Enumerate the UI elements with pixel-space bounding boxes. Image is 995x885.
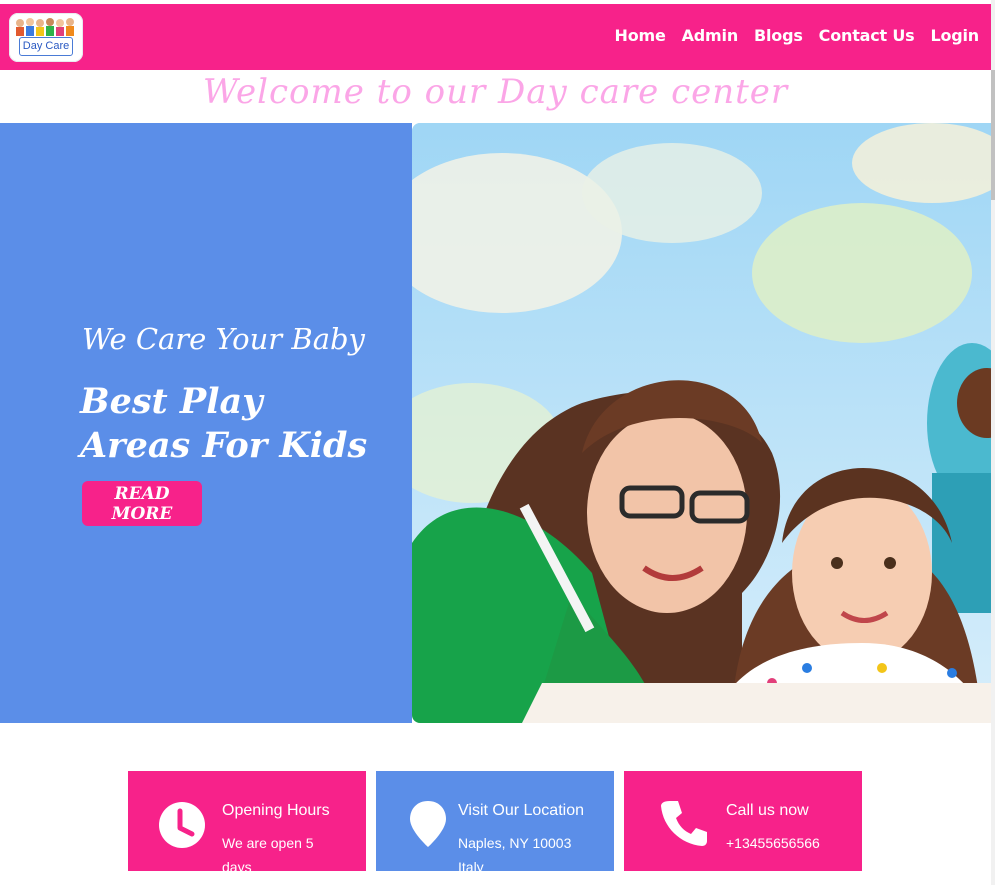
hero-subtitle: We Care Your Baby xyxy=(82,322,365,356)
opening-hours-text: We are open 5 days xyxy=(222,835,314,875)
call-title: Call us now xyxy=(726,802,809,819)
nav-home[interactable]: Home xyxy=(615,26,666,45)
call-text: +13455656566 xyxy=(726,835,820,851)
nav-admin[interactable]: Admin xyxy=(682,26,739,45)
nav-login[interactable]: Login xyxy=(930,26,979,45)
nav-blogs[interactable]: Blogs xyxy=(754,26,803,45)
phone-icon xyxy=(661,801,707,846)
page-scrollbar-thumb[interactable] xyxy=(991,70,995,200)
teacher-with-child-photo xyxy=(412,123,991,723)
welcome-heading: Welcome to our Day care center xyxy=(202,72,789,112)
hero-title: Best Play Areas For Kids xyxy=(80,380,400,468)
main-nav: Home Admin Blogs Contact Us Login xyxy=(615,26,980,45)
location-text: Naples, NY 10003 Italy xyxy=(458,835,572,875)
navbar: Day Care Home Admin Blogs Contact Us Log… xyxy=(0,4,991,70)
location-pin-icon xyxy=(410,801,446,847)
hero-title-line-1: Best Play xyxy=(80,381,263,422)
nav-contact-us[interactable]: Contact Us xyxy=(819,26,915,45)
hero-title-line-2: Areas For Kids xyxy=(80,425,368,466)
hero-illustration xyxy=(412,123,991,723)
opening-hours-title: Opening Hours xyxy=(222,802,330,819)
location-title: Visit Our Location xyxy=(458,802,584,819)
day-care-logo[interactable]: Day Care xyxy=(9,13,83,62)
read-more-button[interactable]: READ MORE xyxy=(82,481,202,526)
clock-icon xyxy=(159,802,205,848)
logo-text: Day Care xyxy=(19,37,73,56)
opening-hours-card: Opening Hours We are open 5 days xyxy=(128,771,366,875)
kids-logo-icon xyxy=(16,18,74,36)
location-card: Visit Our Location Naples, NY 10003 Ital… xyxy=(376,771,614,875)
call-card: Call us now +13455656566 xyxy=(624,771,862,871)
